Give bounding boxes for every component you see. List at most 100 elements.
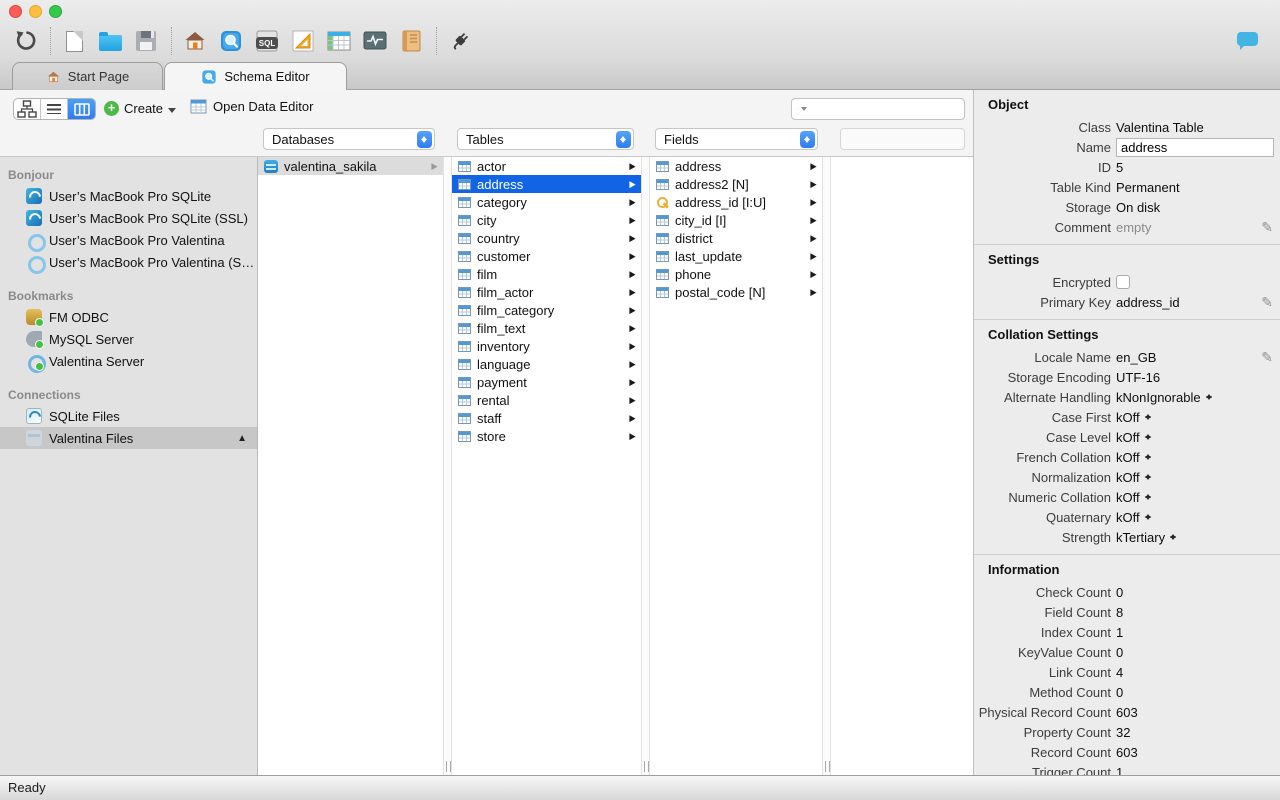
data-editor-icon[interactable] — [324, 26, 354, 56]
list-item-store[interactable]: store ▶ — [452, 427, 641, 445]
valentina-files-icon — [26, 430, 42, 446]
fields-picker[interactable]: Fields — [655, 128, 818, 150]
inspector-row-label: French Collation — [1016, 449, 1111, 465]
edit-pencil-icon[interactable]: ✎ — [1261, 294, 1273, 311]
list-view-button[interactable] — [41, 99, 68, 119]
list-item-film[interactable]: film ▶ — [452, 265, 641, 283]
list-item-address[interactable]: address ▶ — [650, 157, 822, 175]
list-item-city[interactable]: city ▶ — [452, 211, 641, 229]
inspector-row-value[interactable]: kOff — [1116, 430, 1153, 445]
name-input[interactable] — [1116, 137, 1274, 157]
inspector-row-value[interactable]: kTertiary — [1116, 530, 1178, 545]
table-icon — [458, 196, 471, 208]
list-item-address[interactable]: address ▶ — [452, 175, 641, 193]
list-item-phone[interactable]: phone ▶ — [650, 265, 822, 283]
column-resize-handle[interactable] — [443, 157, 452, 775]
list-item-country[interactable]: country ▶ — [452, 229, 641, 247]
disclosure-arrow-icon: ▶ — [629, 358, 636, 369]
search-input[interactable] — [809, 100, 964, 118]
inspector-row-value[interactable]: kOff — [1116, 410, 1153, 425]
action-strip: + Create Open Data Editor Databases Tabl… — [0, 90, 973, 157]
sql-editor-icon[interactable]: SQL — [252, 26, 282, 56]
inspector-row-value[interactable]: kNonIgnorable — [1116, 390, 1214, 405]
list-item-inventory[interactable]: inventory ▶ — [452, 337, 641, 355]
list-item-valentina-sakila[interactable]: valentina_sakila ▶ — [258, 157, 443, 175]
list-item-film-text[interactable]: film_text ▶ — [452, 319, 641, 337]
value-text: kOff — [1116, 489, 1140, 505]
list-item-actor[interactable]: actor ▶ — [452, 157, 641, 175]
stepper-icon[interactable] — [1144, 431, 1153, 443]
close-window-button[interactable] — [9, 5, 22, 18]
chat-icon[interactable] — [1237, 32, 1258, 50]
sidebar-item-user-s-macbook-pro-sqlite[interactable]: User’s MacBook Pro SQLite — [0, 185, 257, 207]
stepper-icon[interactable] — [1144, 411, 1153, 423]
list-item-last-update[interactable]: last_update ▶ — [650, 247, 822, 265]
list-item-film-actor[interactable]: film_actor ▶ — [452, 283, 641, 301]
column-resize-handle[interactable] — [641, 157, 650, 775]
sidebar-item-user-s-macbook-pro-sqlite-ssl-[interactable]: User’s MacBook Pro SQLite (SSL) — [0, 207, 257, 229]
title-bar[interactable] — [0, 0, 1280, 22]
connect-icon[interactable] — [445, 26, 475, 56]
list-item-customer[interactable]: customer ▶ — [452, 247, 641, 265]
new-file-icon[interactable] — [59, 26, 89, 56]
list-item-film-category[interactable]: film_category ▶ — [452, 301, 641, 319]
list-item-postal-code-n-[interactable]: postal_code [N] ▶ — [650, 283, 822, 301]
column-view-button[interactable] — [68, 99, 95, 119]
sidebar-item-user-s-macbook-pro-valentina[interactable]: User’s MacBook Pro Valentina — [0, 229, 257, 252]
tree-view-button[interactable] — [14, 99, 41, 119]
start-page-icon[interactable] — [180, 26, 210, 56]
edit-pencil-icon[interactable]: ✎ — [1261, 349, 1273, 366]
minimize-window-button[interactable] — [29, 5, 42, 18]
save-icon[interactable] — [131, 26, 161, 56]
stepper-icon[interactable] — [1144, 511, 1153, 523]
disclosure-arrow-icon: ▶ — [629, 322, 636, 333]
table-icon — [458, 232, 471, 244]
sidebar-item-mysql-server[interactable]: MySQL Server — [0, 328, 257, 350]
create-button[interactable]: + Create — [104, 99, 177, 117]
table-icon — [656, 286, 669, 298]
list-item-rental[interactable]: rental ▶ — [452, 391, 641, 409]
stepper-icon[interactable] — [1144, 471, 1153, 483]
stepper-icon[interactable] — [1144, 451, 1153, 463]
inspector-row-value[interactable]: kOff — [1116, 450, 1153, 465]
schema-editor-icon[interactable] — [216, 26, 246, 56]
encrypted-checkbox[interactable] — [1116, 275, 1130, 289]
zoom-window-button[interactable] — [49, 5, 62, 18]
list-item-address-id-i-u-[interactable]: address_id [I:U] ▶ — [650, 193, 822, 211]
undo-icon[interactable] — [10, 26, 40, 56]
databases-picker[interactable]: Databases — [263, 128, 435, 150]
value-text: Valentina Table — [1116, 119, 1204, 135]
list-item-language[interactable]: language ▶ — [452, 355, 641, 373]
list-item-address2-n-[interactable]: address2 [N] ▶ — [650, 175, 822, 193]
list-item-staff[interactable]: staff ▶ — [452, 409, 641, 427]
stepper-icon[interactable] — [1169, 531, 1178, 543]
list-item-label: customer — [477, 248, 531, 264]
inspector-row-value[interactable]: kOff — [1116, 470, 1153, 485]
stepper-icon[interactable] — [1144, 491, 1153, 503]
edit-pencil-icon[interactable]: ✎ — [1261, 219, 1273, 236]
tab-schema-editor[interactable]: Schema Editor — [164, 62, 347, 90]
inspector-row-value[interactable]: kOff — [1116, 510, 1153, 525]
column-browser: valentina_sakila ▶ actor ▶ address ▶ category… — [258, 157, 973, 775]
eject-icon[interactable]: ▲ — [237, 433, 247, 444]
sidebar-item-user-s-macbook-pro-valentina-s-[interactable]: User’s MacBook Pro Valentina (S… — [0, 251, 257, 274]
stepper-icon[interactable] — [1205, 391, 1214, 403]
column-resize-handle[interactable] — [822, 157, 831, 775]
list-item-payment[interactable]: payment ▶ — [452, 373, 641, 391]
report-icon[interactable] — [396, 26, 426, 56]
tables-picker[interactable]: Tables — [457, 128, 634, 150]
tab-start-page[interactable]: Start Page — [12, 62, 163, 90]
open-folder-icon[interactable] — [95, 26, 125, 56]
sidebar-item-fm-odbc[interactable]: FM ODBC — [0, 306, 257, 328]
server-monitor-icon[interactable] — [360, 26, 390, 56]
list-item-city-id-i-[interactable]: city_id [I] ▶ — [650, 211, 822, 229]
search-field[interactable] — [791, 98, 965, 120]
open-data-editor-button[interactable]: Open Data Editor — [190, 99, 313, 114]
inspector-row-value[interactable]: kOff — [1116, 490, 1153, 505]
sidebar-item-valentina-files[interactable]: Valentina Files ▲ — [0, 427, 257, 449]
sidebar-item-valentina-server[interactable]: Valentina Server — [0, 350, 257, 373]
design-icon[interactable] — [288, 26, 318, 56]
list-item-district[interactable]: district ▶ — [650, 229, 822, 247]
sidebar-item-sqlite-files[interactable]: SQLite Files — [0, 405, 257, 427]
list-item-category[interactable]: category ▶ — [452, 193, 641, 211]
